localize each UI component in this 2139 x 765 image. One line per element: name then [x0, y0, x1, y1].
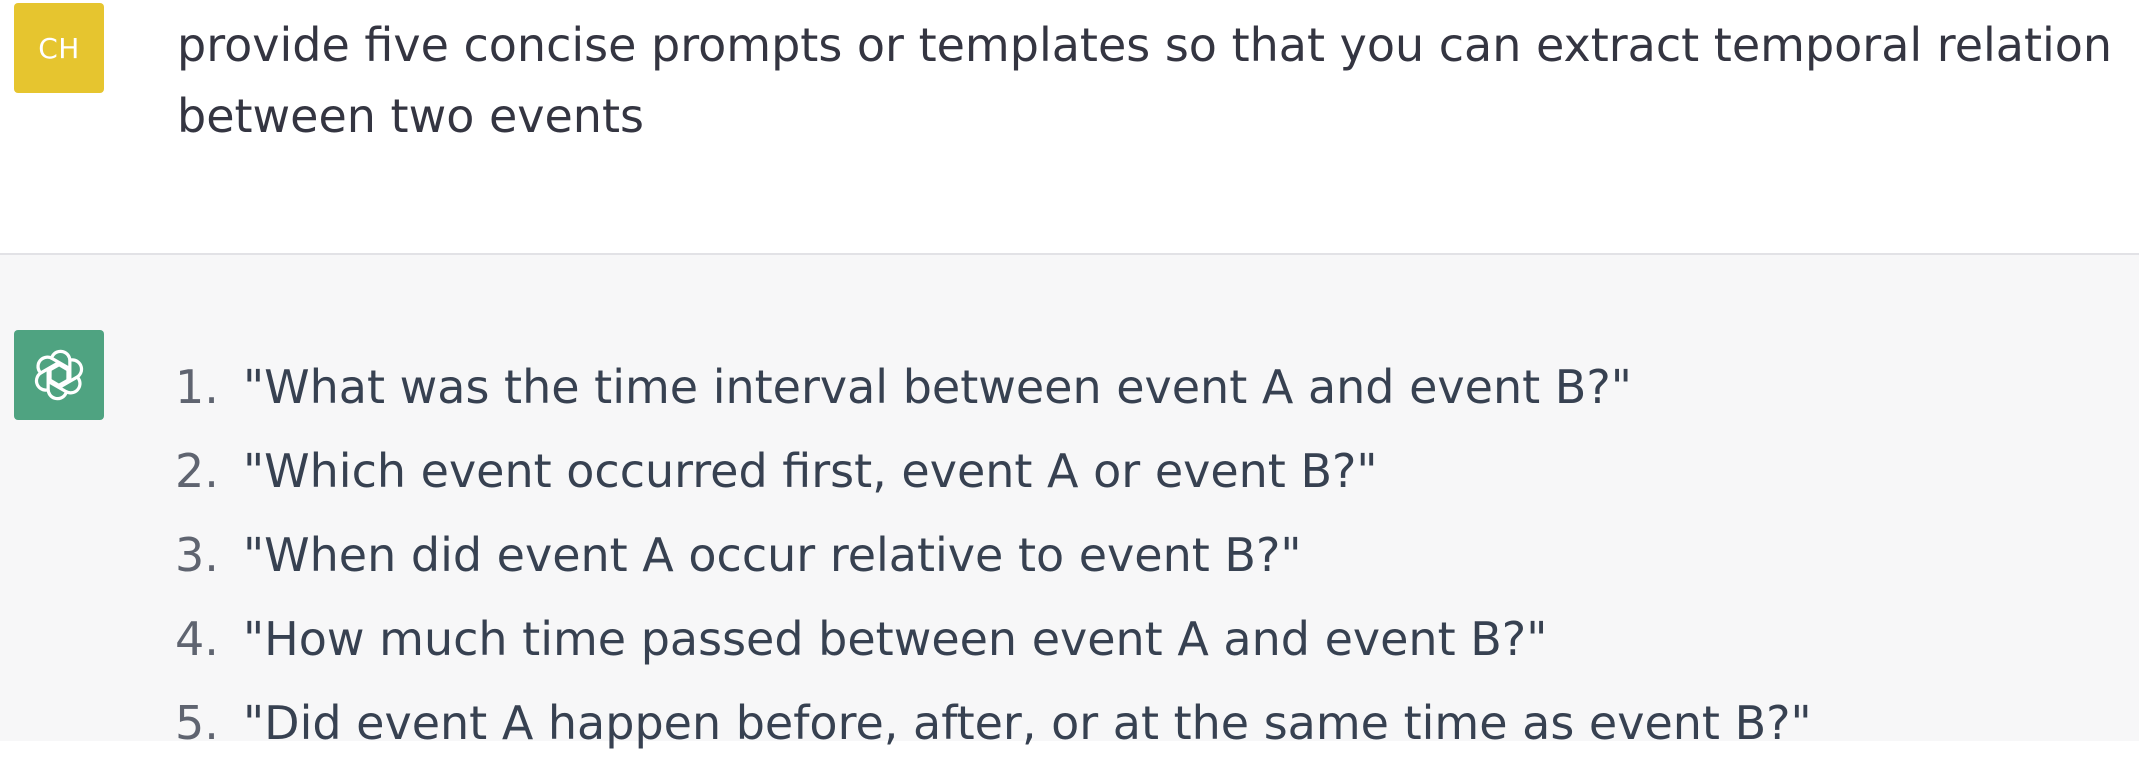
list-item: 4. "How much time passed between event A…: [175, 597, 1812, 681]
list-item-text: "How much time passed between event A an…: [243, 612, 1548, 666]
list-item-text: "When did event A occur relative to even…: [243, 528, 1302, 582]
list-item: 3. "When did event A occur relative to e…: [175, 513, 1812, 597]
openai-logo-icon: [34, 349, 84, 401]
list-item-text: "Which event occurred first, event A or …: [243, 444, 1378, 498]
answer-list: 1. "What was the time interval between e…: [175, 345, 1812, 765]
list-item-text: "What was the time interval between even…: [243, 360, 1632, 414]
list-item-number: 2.: [175, 444, 219, 498]
list-item-text: "Did event A happen before, after, or at…: [243, 696, 1812, 750]
user-avatar-initials: CH: [38, 31, 80, 65]
list-item-number: 3.: [175, 528, 219, 582]
user-message: CH provide five concise prompts or templ…: [0, 0, 2139, 255]
list-item: 5. "Did event A happen before, after, or…: [175, 681, 1812, 765]
list-item: 1. "What was the time interval between e…: [175, 345, 1812, 429]
list-item-number: 4.: [175, 612, 219, 666]
user-avatar: CH: [14, 3, 104, 93]
list-item-number: 5.: [175, 696, 219, 750]
assistant-avatar: [14, 330, 104, 420]
list-item: 2. "Which event occurred first, event A …: [175, 429, 1812, 513]
list-item-number: 1.: [175, 360, 219, 414]
user-message-text: provide five concise prompts or template…: [177, 18, 2113, 143]
assistant-message: 1. "What was the time interval between e…: [0, 255, 2139, 750]
